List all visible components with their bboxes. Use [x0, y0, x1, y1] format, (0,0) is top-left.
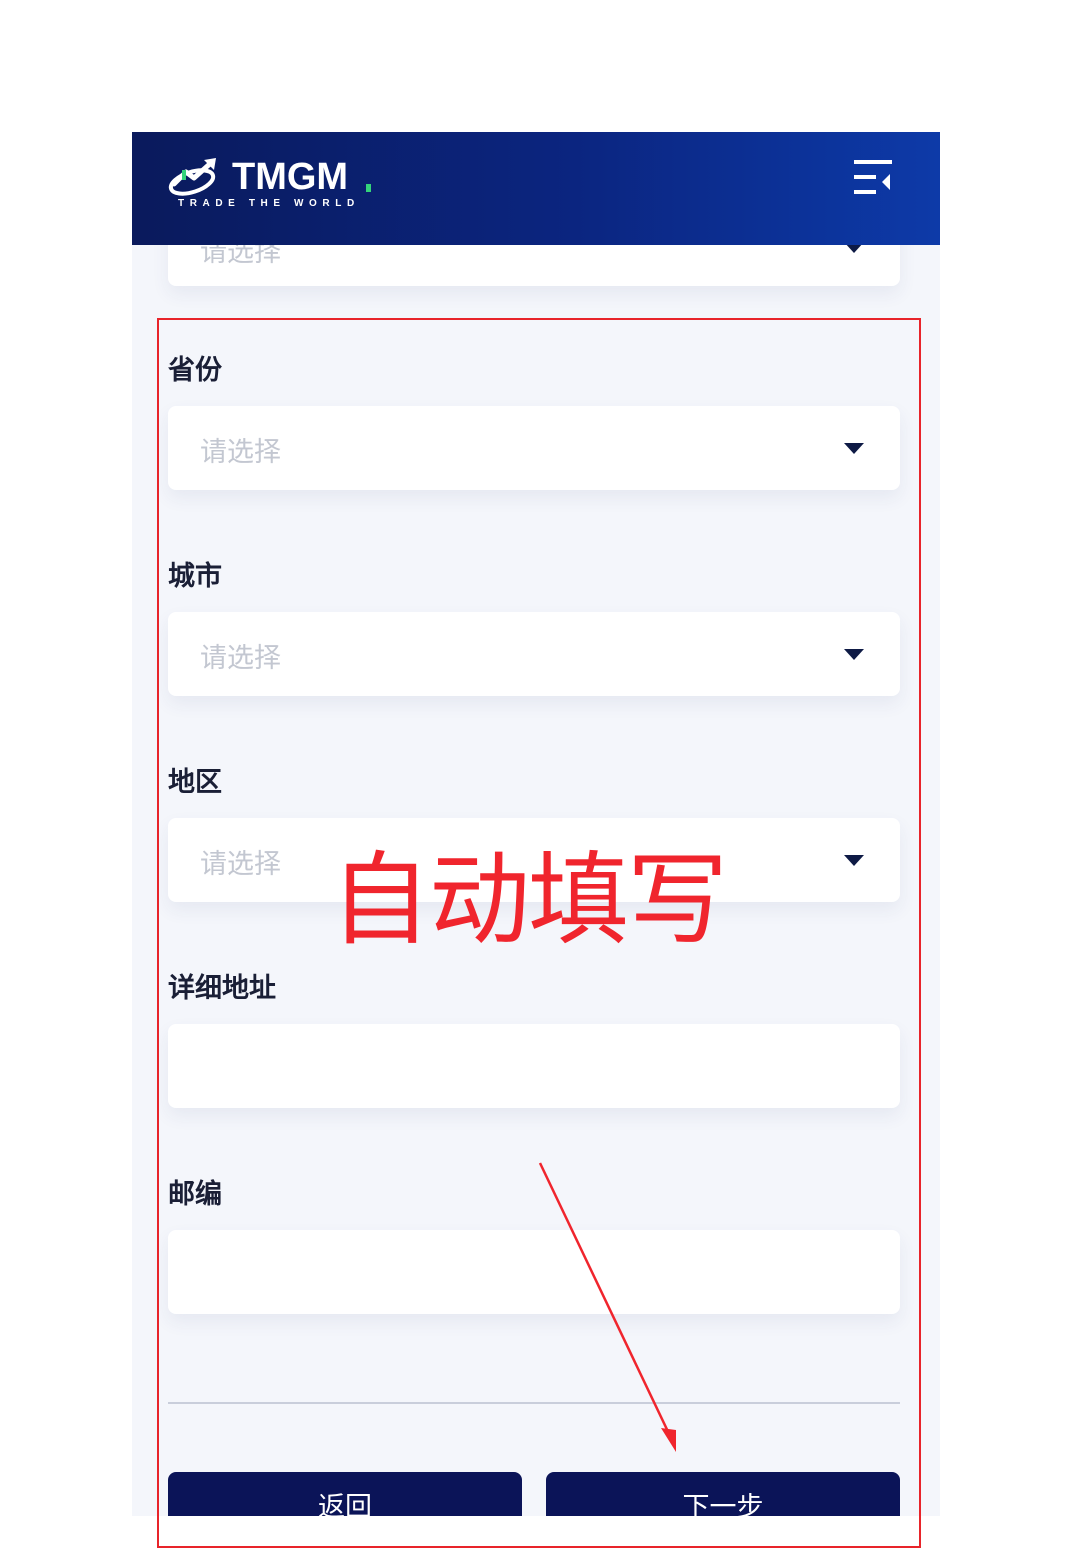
- district-label: 地区: [168, 767, 222, 798]
- address-label: 详细地址: [168, 973, 276, 1004]
- chevron-down-icon: [844, 649, 864, 660]
- city-label: 城市: [168, 561, 222, 592]
- province-select[interactable]: 请选择: [168, 406, 900, 490]
- address-input[interactable]: [168, 1024, 900, 1108]
- logo-wordmark: TMGM: [232, 156, 349, 198]
- city-select[interactable]: 请选择: [168, 612, 900, 696]
- annotation-text: 自动填写: [330, 841, 728, 959]
- mobile-viewport: 请选择 TMGM TRADE THE WORLD 省份 请选择 城市 请选择 地…: [132, 132, 940, 1516]
- postcode-label: 邮编: [168, 1179, 222, 1210]
- next-step-button[interactable]: 下一步: [546, 1472, 900, 1516]
- app-header: TMGM TRADE THE WORLD: [132, 132, 940, 245]
- province-placeholder: 请选择: [200, 437, 281, 468]
- district-placeholder: 请选择: [200, 849, 281, 880]
- chevron-down-icon: [844, 443, 864, 454]
- logo-mark-icon: [168, 158, 216, 196]
- menu-button[interactable]: [850, 158, 898, 198]
- form-divider: [168, 1402, 900, 1404]
- logo-accent: [366, 184, 371, 192]
- logo-tagline: TRADE THE WORLD: [178, 198, 360, 209]
- city-placeholder: 请选择: [200, 643, 281, 674]
- chevron-down-icon: [844, 855, 864, 866]
- tmgm-logo[interactable]: TMGM TRADE THE WORLD: [166, 154, 376, 216]
- back-button[interactable]: 返回: [168, 1472, 522, 1516]
- menu-collapse-icon: [854, 160, 892, 194]
- postcode-input[interactable]: [168, 1230, 900, 1314]
- province-label: 省份: [168, 355, 222, 386]
